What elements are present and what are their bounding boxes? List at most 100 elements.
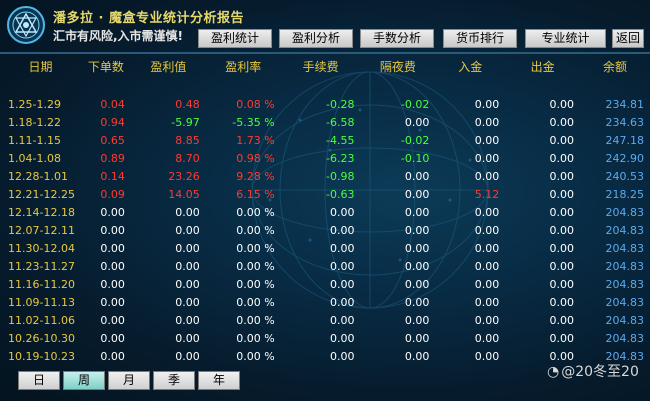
table-row[interactable]: 11.09-11.13 0.00 0.00 0.00 % 0.00 0.00 0.00 0.0… [0, 293, 650, 311]
cell-profit: 23.26 [168, 169, 200, 183]
cell-orders: 0.00 [100, 331, 125, 345]
cell-date: 1.11-1.15 [8, 133, 61, 147]
column-header-withdrawal: 出金 [530, 59, 555, 74]
cell-balance: 204.83 [605, 277, 645, 291]
cell-orders: 0.09 [100, 187, 125, 201]
cell-balance: 204.83 [605, 331, 645, 345]
cell-balance: 242.90 [605, 151, 645, 165]
cell-fee: 0.00 [330, 331, 355, 345]
cell-profit-rate: 0.00 % [236, 277, 275, 291]
cell-orders: 0.00 [100, 295, 125, 309]
stats-table: 日期 下单数 盈利值 盈利率 手续费 隔夜费 入金 出金 余额 1.25-1.2… [0, 55, 650, 365]
table-row[interactable]: 1.04-1.08 0.89 8.70 0.98 % -6.23 -0.10 0.00 0.0… [0, 149, 650, 167]
cell-fee: 0.00 [330, 223, 355, 237]
cell-profit: 14.05 [168, 187, 200, 201]
period-tab-day[interactable]: 日 [18, 371, 60, 390]
table-row[interactable]: 10.26-10.30 0.00 0.00 0.00 % 0.00 0.00 0.00 0.0… [0, 329, 650, 347]
cell-overnight-fee: 0.00 [404, 295, 430, 309]
cell-orders: 0.89 [100, 151, 125, 165]
table-row[interactable]: 12.07-12.11 0.00 0.00 0.00 % 0.00 0.00 0.00 0.0… [0, 221, 650, 239]
table-row[interactable]: 1.25-1.29 0.04 0.48 0.08 % -0.28 -0.02 0.00 0.0… [0, 95, 650, 113]
table-row[interactable]: 12.14-12.18 0.00 0.00 0.00 % 0.00 0.00 0.00 0.0… [0, 203, 650, 221]
cell-profit-rate: 9.28 % [236, 169, 275, 183]
cell-profit-rate: 0.00 % [236, 241, 275, 255]
period-tab-month[interactable]: 月 [108, 371, 150, 390]
cell-fee: 0.00 [330, 205, 355, 219]
cell-deposit: 0.00 [474, 241, 500, 255]
table-row[interactable]: 11.30-12.04 0.00 0.00 0.00 % 0.00 0.00 0.00 0.0… [0, 239, 650, 257]
table-row[interactable]: 1.11-1.15 0.65 8.85 1.73 % -4.55 -0.02 0.00 0.0… [0, 131, 650, 149]
cell-withdrawal: 0.00 [549, 277, 575, 291]
period-tab-year[interactable]: 年 [198, 371, 240, 390]
cell-profit-rate: -5.35 % [232, 115, 275, 129]
cell-balance: 204.83 [605, 205, 645, 219]
column-header-overnight-fee: 隔夜费 [379, 59, 416, 74]
cell-overnight-fee: 0.00 [404, 169, 430, 183]
table-row[interactable]: 11.23-11.27 0.00 0.00 0.00 % 0.00 0.00 0.00 0.0… [0, 257, 650, 275]
tab-pro-stats[interactable]: 专业统计 [525, 29, 606, 48]
cell-withdrawal: 0.00 [549, 313, 575, 327]
period-tab-week[interactable]: 周 [63, 371, 105, 390]
cell-date: 10.26-10.30 [8, 331, 75, 345]
cell-profit: 8.85 [175, 133, 200, 147]
cell-date: 12.28-1.01 [8, 169, 68, 183]
cell-profit-rate: 0.98 % [236, 151, 275, 165]
cell-fee: -0.98 [326, 169, 355, 183]
table-row[interactable]: 11.02-11.06 0.00 0.00 0.00 % 0.00 0.00 0.00 0.0… [0, 311, 650, 329]
table-row[interactable]: 12.21-12.25 0.09 14.05 6.15 % -0.63 0.00 5.12 0… [0, 185, 650, 203]
cell-date: 11.23-11.27 [8, 259, 75, 273]
logo-icon [7, 6, 45, 44]
cell-balance: 204.83 [605, 295, 645, 309]
cell-date: 11.09-11.13 [8, 295, 75, 309]
cell-fee: -0.28 [326, 97, 355, 111]
cell-overnight-fee: 0.00 [404, 223, 430, 237]
cell-overnight-fee: -0.10 [400, 151, 430, 165]
cell-overnight-fee: -0.02 [400, 133, 430, 147]
cell-withdrawal: 0.00 [549, 295, 575, 309]
column-header-profit-rate: 盈利率 [225, 59, 262, 74]
cell-withdrawal: 0.00 [549, 331, 575, 345]
table-row[interactable]: 11.16-11.20 0.00 0.00 0.00 % 0.00 0.00 0.00 0.0… [0, 275, 650, 293]
cell-deposit: 0.00 [474, 295, 500, 309]
back-button[interactable]: 返回 [612, 29, 644, 48]
cell-profit: 0.00 [175, 223, 200, 237]
cell-balance: 204.83 [605, 313, 645, 327]
cell-profit: -5.97 [171, 115, 200, 129]
cell-orders: 0.04 [100, 97, 125, 111]
column-header-balance: 余额 [603, 59, 628, 74]
cell-deposit: 0.00 [474, 331, 500, 345]
cell-deposit: 0.00 [474, 205, 500, 219]
header: 潘多拉 · 魔盒专业统计分析报告 汇市有风险,入市需谨慎! 盈利统计 盈利分析 … [0, 0, 650, 50]
table-row[interactable]: 1.18-1.22 0.94 -5.97 -5.35 % -6.58 0.00 0.00 0.… [0, 113, 650, 131]
tab-lot-analysis[interactable]: 手数分析 [360, 29, 434, 48]
cell-balance: 234.81 [605, 97, 645, 111]
cell-fee: -0.63 [326, 187, 355, 201]
cell-profit: 0.00 [175, 259, 200, 273]
cell-deposit: 0.00 [474, 277, 500, 291]
cell-profit: 0.00 [175, 277, 200, 291]
tab-currency-ranking[interactable]: 货币排行 [443, 29, 517, 48]
cell-withdrawal: 0.00 [549, 151, 575, 165]
tab-profit-stats[interactable]: 盈利统计 [198, 29, 272, 48]
period-tab-quarter[interactable]: 季 [153, 371, 195, 390]
cell-orders: 0.94 [100, 115, 125, 129]
cell-balance: 247.18 [605, 133, 645, 147]
cell-balance: 204.83 [605, 259, 645, 273]
cell-withdrawal: 0.00 [549, 97, 575, 111]
cell-deposit: 0.00 [474, 313, 500, 327]
column-header-profit: 盈利值 [150, 59, 187, 74]
cell-withdrawal: 0.00 [549, 241, 575, 255]
cell-date: 11.02-11.06 [8, 313, 75, 327]
weibo-icon: ◔ [547, 364, 560, 380]
cell-withdrawal: 0.00 [549, 133, 575, 147]
cell-profit: 0.00 [175, 349, 200, 363]
cell-profit: 0.00 [175, 205, 200, 219]
cell-profit: 0.00 [175, 313, 200, 327]
cell-overnight-fee: 0.00 [404, 331, 430, 345]
cell-date: 12.21-12.25 [8, 187, 75, 201]
cell-deposit: 0.00 [474, 133, 500, 147]
tab-profit-analysis[interactable]: 盈利分析 [279, 29, 353, 48]
report-window: 潘多拉 · 魔盒专业统计分析报告 汇市有风险,入市需谨慎! 盈利统计 盈利分析 … [0, 0, 650, 401]
table-row[interactable]: 12.28-1.01 0.14 23.26 9.28 % -0.98 0.00 0.00 0.… [0, 167, 650, 185]
cell-orders: 0.00 [100, 223, 125, 237]
